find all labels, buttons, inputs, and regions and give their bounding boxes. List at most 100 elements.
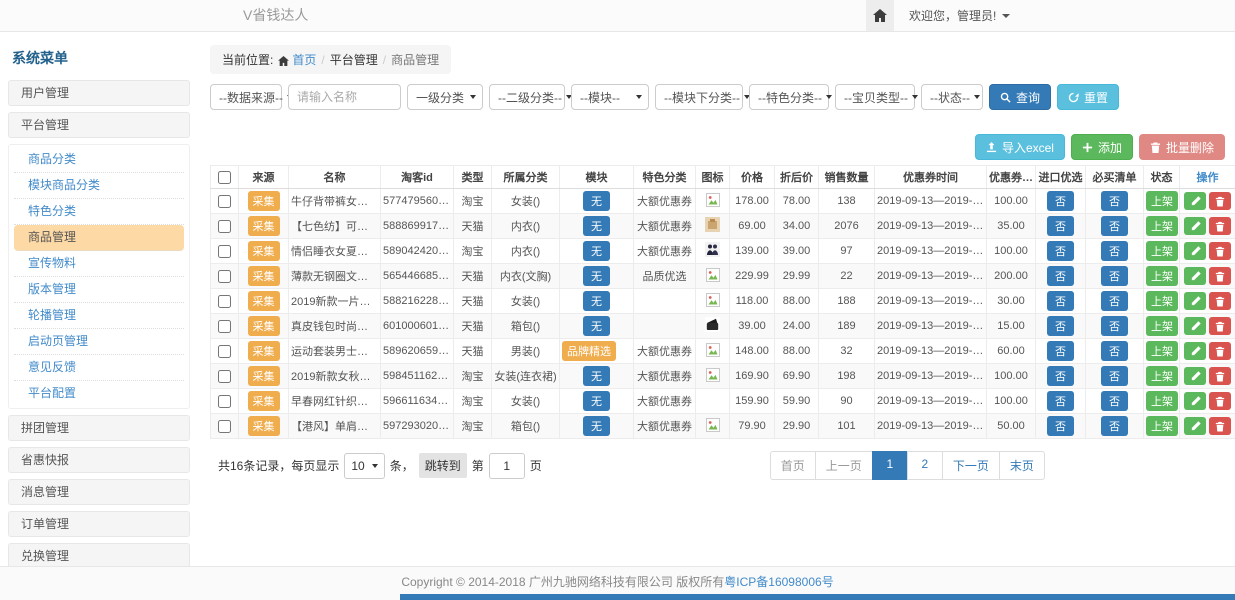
breadcrumb-home-link[interactable]: 首页 (292, 53, 316, 67)
status-toggle[interactable]: 上架 (1146, 291, 1178, 311)
item-type-select[interactable]: --宝贝类型-- (835, 84, 915, 110)
per-page-select[interactable]: 10 (344, 453, 384, 479)
status-toggle[interactable]: 上架 (1146, 191, 1178, 211)
edit-button[interactable] (1184, 192, 1206, 210)
sidebar-item-message-management[interactable]: 消息管理 (8, 479, 190, 505)
level2-category-select[interactable]: --二级分类-- (489, 84, 565, 110)
module-none-badge[interactable]: 无 (583, 291, 610, 311)
edit-button[interactable] (1184, 417, 1206, 435)
status-select[interactable]: --状态-- (921, 84, 983, 110)
module-none-badge[interactable]: 无 (583, 391, 610, 411)
pager-button-下一页[interactable]: 下一页 (942, 451, 1000, 480)
module-select[interactable]: --模块-- (571, 84, 649, 110)
import-optimal-toggle[interactable]: 否 (1047, 416, 1074, 436)
level1-category-select[interactable]: 一级分类 (407, 84, 483, 110)
import-optimal-toggle[interactable]: 否 (1047, 366, 1074, 386)
module-none-badge[interactable]: 无 (583, 416, 610, 436)
import-optimal-toggle[interactable]: 否 (1047, 391, 1074, 411)
jump-button[interactable]: 跳转到 (419, 453, 467, 478)
row-checkbox[interactable] (218, 220, 231, 233)
delete-button[interactable] (1209, 392, 1231, 410)
edit-button[interactable] (1184, 317, 1206, 335)
module-subcategory-select[interactable]: --模块下分类-- (655, 84, 743, 110)
sidebar-item-group-buy-management[interactable]: 拼团管理 (8, 415, 190, 441)
module-none-badge[interactable]: 无 (583, 216, 610, 236)
sidebar-subitem-version-management[interactable]: 版本管理 (14, 277, 184, 303)
edit-button[interactable] (1184, 242, 1206, 260)
sidebar-subitem-goods-category[interactable]: 商品分类 (14, 147, 184, 173)
select-all-checkbox[interactable] (218, 171, 231, 184)
delete-button[interactable] (1209, 292, 1231, 310)
status-toggle[interactable]: 上架 (1146, 391, 1178, 411)
row-checkbox[interactable] (218, 395, 231, 408)
edit-button[interactable] (1184, 267, 1206, 285)
row-checkbox[interactable] (218, 270, 231, 283)
delete-button[interactable] (1209, 417, 1231, 435)
sidebar-subitem-promo-materials[interactable]: 宣传物料 (14, 251, 184, 277)
delete-button[interactable] (1209, 367, 1231, 385)
must-buy-toggle[interactable]: 否 (1101, 416, 1128, 436)
import-optimal-toggle[interactable]: 否 (1047, 241, 1074, 261)
sidebar-subitem-feature-category[interactable]: 特色分类 (14, 199, 184, 225)
sidebar-item-user-management[interactable]: 用户管理 (8, 80, 190, 106)
user-menu[interactable]: 欢迎您，管理员! (894, 0, 1025, 31)
import-optimal-toggle[interactable]: 否 (1047, 341, 1074, 361)
delete-button[interactable] (1209, 267, 1231, 285)
row-checkbox[interactable] (218, 195, 231, 208)
delete-button[interactable] (1209, 317, 1231, 335)
import-optimal-toggle[interactable]: 否 (1047, 191, 1074, 211)
icp-link[interactable]: 粤ICP备16098006号 (724, 575, 833, 589)
module-none-badge[interactable]: 无 (583, 266, 610, 286)
must-buy-toggle[interactable]: 否 (1101, 191, 1128, 211)
import-optimal-toggle[interactable]: 否 (1047, 316, 1074, 336)
edit-button[interactable] (1184, 217, 1206, 235)
status-toggle[interactable]: 上架 (1146, 316, 1178, 336)
must-buy-toggle[interactable]: 否 (1101, 366, 1128, 386)
delete-button[interactable] (1209, 217, 1231, 235)
sidebar-subitem-carousel-management[interactable]: 轮播管理 (14, 303, 184, 329)
must-buy-toggle[interactable]: 否 (1101, 216, 1128, 236)
pager-button-1[interactable]: 1 (872, 451, 908, 480)
module-none-badge[interactable]: 无 (583, 241, 610, 261)
module-none-badge[interactable]: 无 (583, 316, 610, 336)
import-optimal-toggle[interactable]: 否 (1047, 266, 1074, 286)
data-source-select[interactable]: --数据来源-- (210, 84, 282, 110)
delete-button[interactable] (1209, 342, 1231, 360)
must-buy-toggle[interactable]: 否 (1101, 316, 1128, 336)
sidebar-subitem-goods-management[interactable]: 商品管理 (14, 225, 184, 251)
edit-button[interactable] (1184, 367, 1206, 385)
module-none-badge[interactable]: 无 (583, 366, 610, 386)
must-buy-toggle[interactable]: 否 (1101, 341, 1128, 361)
sidebar-item-saving-express[interactable]: 省惠快报 (8, 447, 190, 473)
edit-button[interactable] (1184, 292, 1206, 310)
name-input[interactable] (288, 84, 401, 110)
row-checkbox[interactable] (218, 320, 231, 333)
row-checkbox[interactable] (218, 345, 231, 358)
row-checkbox[interactable] (218, 370, 231, 383)
sidebar-subitem-splash-page-management[interactable]: 启动页管理 (14, 329, 184, 355)
page-number-input[interactable] (489, 453, 525, 479)
delete-button[interactable] (1209, 242, 1231, 260)
batch-delete-button[interactable]: 批量删除 (1139, 134, 1225, 160)
sidebar-subitem-module-goods-category[interactable]: 模块商品分类 (14, 173, 184, 199)
import-optimal-toggle[interactable]: 否 (1047, 291, 1074, 311)
must-buy-toggle[interactable]: 否 (1101, 391, 1128, 411)
sidebar-item-exchange-management[interactable]: 兑换管理 (8, 543, 190, 566)
pager-button-2[interactable]: 2 (907, 451, 943, 480)
status-toggle[interactable]: 上架 (1146, 216, 1178, 236)
edit-button[interactable] (1184, 392, 1206, 410)
sidebar-item-order-management[interactable]: 订单管理 (8, 511, 190, 537)
sidebar-subitem-platform-config[interactable]: 平台配置 (14, 381, 184, 406)
import-excel-button[interactable]: 导入excel (975, 134, 1065, 160)
module-none-badge[interactable]: 无 (583, 191, 610, 211)
must-buy-toggle[interactable]: 否 (1101, 241, 1128, 261)
status-toggle[interactable]: 上架 (1146, 241, 1178, 261)
home-button[interactable] (866, 0, 894, 31)
row-checkbox[interactable] (218, 245, 231, 258)
sidebar-subitem-feedback[interactable]: 意见反馈 (14, 355, 184, 381)
must-buy-toggle[interactable]: 否 (1101, 266, 1128, 286)
status-toggle[interactable]: 上架 (1146, 341, 1178, 361)
delete-button[interactable] (1209, 192, 1231, 210)
status-toggle[interactable]: 上架 (1146, 366, 1178, 386)
status-toggle[interactable]: 上架 (1146, 416, 1178, 436)
